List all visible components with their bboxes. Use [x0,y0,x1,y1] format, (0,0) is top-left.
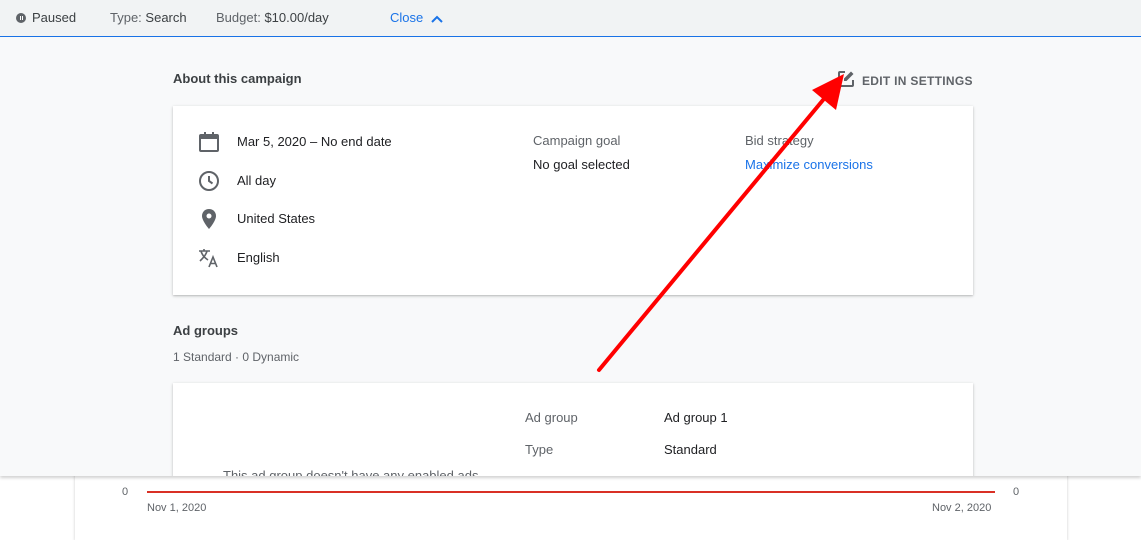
chart-x-axis-start-tick: Nov 1, 2020 [147,502,207,514]
campaign-details-panel: About this campaign EDIT IN SETTINGS Mar… [0,37,1141,476]
ad-group-type-label: Type [525,442,554,457]
close-label: Close [390,10,424,25]
calendar-icon [199,132,219,152]
status-indicator: Paused [16,10,76,25]
chart-y-axis-left-tick: 0 [122,486,129,498]
schedule-text: All day [237,173,277,188]
type-label: Type: [110,10,142,25]
ad-group-type-value: Standard [664,442,717,457]
ad-group-name-label: Ad group [525,410,578,425]
edit-in-settings-button[interactable]: EDIT IN SETTINGS [836,69,973,89]
chart-x-axis-end-tick: Nov 2, 2020 [932,502,992,514]
budget-value: $10.00/day [264,10,329,25]
campaign-type: Type: Search [110,10,187,25]
location-pin-icon [202,209,216,229]
ad-groups-title: Ad groups [173,323,238,338]
chart-series-line [147,491,995,493]
pause-icon [16,13,26,23]
ad-group-name-value: Ad group 1 [664,410,728,425]
language-text: English [237,250,280,265]
ad-group-card: Ad group Ad group 1 Type Standard This a… [173,383,973,476]
campaign-goal-value: No goal selected [533,157,630,172]
type-value: Search [145,10,187,25]
close-button[interactable]: Close [390,10,443,25]
edit-icon [838,71,854,87]
status-text: Paused [32,10,77,25]
budget-label: Budget: [216,10,261,25]
bid-strategy-label: Bid strategy [745,133,814,148]
campaign-goal-label: Campaign goal [533,133,621,148]
ad-groups-summary: 1 Standard · 0 Dynamic [173,350,300,364]
about-campaign-card: Mar 5, 2020 – No end date All day United… [173,106,973,295]
clock-icon [199,171,219,191]
chart-y-axis-right-tick: 0 [1013,486,1020,498]
about-campaign-title: About this campaign [173,71,302,86]
no-enabled-ads-message: This ad group doesn't have any enabled a… [223,468,479,476]
dates-text: Mar 5, 2020 – No end date [237,134,392,149]
bid-strategy-link[interactable]: Maximize conversions [745,157,873,172]
translate-icon [199,249,218,268]
edit-in-settings-label: EDIT IN SETTINGS [862,74,973,88]
location-text: United States [237,211,316,226]
campaign-budget: Budget: $10.00/day [216,10,329,25]
campaign-summary-bar: Paused Type: Search Budget: $10.00/day C… [0,0,1141,37]
chevron-up-icon [431,15,443,23]
